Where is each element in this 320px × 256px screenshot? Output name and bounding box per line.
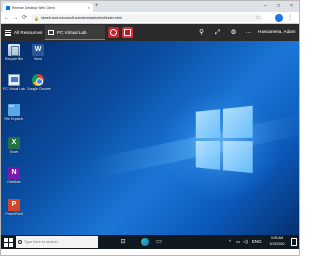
session-active-indicator — [45, 38, 105, 40]
omnibox[interactable]: 🔒 rdweb.wvd.microsoft.com/arm/webclient/… — [31, 14, 263, 22]
taskbar-clock[interactable]: 3:05 AM 3/13/2020 — [265, 236, 289, 247]
app-thumbnail-1[interactable] — [108, 27, 119, 38]
fullscreen-icon[interactable]: ⤢ — [213, 28, 222, 37]
desktop-icon-onenote[interactable]: OneNote — [3, 167, 25, 184]
browser-tab[interactable]: Remote Desktop Web Client × — [3, 3, 93, 12]
browser-menu-icon[interactable]: ⋮ — [286, 13, 294, 23]
browser-bottom-edge — [1, 249, 299, 255]
tab-strip: Remote Desktop Web Client × + – □ × — [1, 1, 299, 12]
back-button[interactable]: ← — [2, 13, 11, 23]
remote-desktop-icon — [8, 74, 20, 86]
onenote-icon — [8, 167, 20, 179]
desktop-icon-excel[interactable]: Excel — [3, 137, 25, 154]
app-gear-icon — [110, 29, 117, 36]
chrome-icon — [32, 74, 44, 86]
edge-icon[interactable] — [141, 238, 149, 246]
more-options-icon[interactable]: ··· — [244, 28, 253, 37]
file-explorer-button[interactable]: ▭ — [153, 236, 165, 248]
new-tab-button[interactable]: + — [95, 2, 99, 11]
network-icon[interactable]: ▭ — [236, 238, 240, 246]
start-button[interactable] — [2, 236, 14, 248]
desktop-icon-label: Excel — [9, 150, 19, 154]
desktop-icon-label: Recycle Bin — [5, 57, 23, 61]
bookmark-star-icon[interactable]: ☆ — [256, 15, 260, 21]
folder-icon — [8, 104, 20, 116]
session-label: PC Virtual Lab — [57, 30, 87, 35]
rd-favicon-icon — [6, 5, 10, 10]
session-tab[interactable]: PC Virtual Lab — [45, 25, 105, 40]
language-indicator[interactable]: ENG — [252, 238, 262, 246]
browser-window: Remote Desktop Web Client × + – □ × ← → … — [0, 0, 300, 256]
pin-icon[interactable]: ⚲ — [197, 28, 206, 37]
user-name[interactable]: Hassaneea, Adam — [258, 29, 296, 34]
monitor-icon — [48, 30, 54, 35]
notifications-icon[interactable] — [291, 238, 297, 246]
tab-close-icon[interactable]: × — [88, 5, 90, 10]
desktop-icon-label: File Explorer — [4, 117, 24, 121]
app-thumbnail-2[interactable] — [122, 27, 133, 38]
volume-icon[interactable]: ◁) — [243, 238, 248, 246]
word-icon — [32, 44, 44, 56]
apps-grid-icon — [5, 29, 11, 36]
desktop-icon-file-explorer[interactable]: File Explorer — [3, 104, 25, 121]
desktop-icon-rdp[interactable]: PC Virtual Lab — [3, 74, 25, 91]
close-window-button[interactable]: × — [285, 1, 298, 12]
excel-icon — [8, 137, 20, 149]
settings-gear-icon[interactable]: ⚙ — [229, 28, 238, 37]
desktop-icon-label: PowerPoint — [5, 212, 23, 216]
address-bar-row: ← → ⟳ 🔒 rdweb.wvd.microsoft.com/arm/webc… — [1, 12, 299, 24]
forward-button[interactable]: → — [11, 13, 20, 23]
all-resources-button[interactable]: All Resources — [3, 27, 44, 38]
reload-button[interactable]: ⟳ — [20, 13, 29, 23]
desktop-icon-powerpoint[interactable]: PowerPoint — [3, 199, 25, 216]
windows-logo — [195, 105, 254, 175]
search-icon — [18, 240, 22, 244]
desktop-icon-recycle-bin[interactable]: Recycle Bin — [3, 44, 25, 61]
taskbar-search[interactable] — [16, 236, 98, 248]
search-input[interactable] — [24, 240, 94, 244]
desktop-icon-label: OneNote — [7, 180, 21, 184]
desktop-icon-word[interactable]: Word — [27, 44, 49, 61]
all-resources-label: All Resources — [14, 30, 43, 35]
desktop-icon-label: Word — [33, 57, 43, 61]
clock-date: 3/13/2020 — [269, 241, 285, 246]
url-text[interactable]: rdweb.wvd.microsoft.com/arm/webclient/in… — [41, 16, 256, 20]
remote-desktop[interactable]: Recycle Bin Word PC Virtual Lab Google C… — [1, 41, 299, 235]
lock-icon: 🔒 — [34, 15, 39, 21]
rd-toolbar: All Resources PC Virtual Lab ⚲ ⤢ ⚙ ··· H… — [1, 24, 299, 41]
task-view-button[interactable]: ⊡ — [117, 236, 129, 248]
windows-start-icon — [4, 238, 8, 242]
profile-avatar[interactable] — [275, 14, 283, 22]
powerpoint-icon — [8, 199, 20, 211]
desktop-icon-label: PC Virtual Lab — [3, 87, 25, 91]
desktop-icon-chrome[interactable]: Google Chrome — [27, 74, 51, 91]
taskbar: ⊡ ▭ ^ ▭ ◁) ENG 3:05 AM 3/13/2020 — [1, 235, 299, 249]
desktop-icon-label: Google Chrome — [27, 87, 51, 91]
tab-title: Remote Desktop Web Client — [12, 5, 55, 10]
maximize-button[interactable]: □ — [272, 1, 285, 12]
minimize-button[interactable]: – — [259, 1, 272, 12]
tray-chevron-icon[interactable]: ^ — [229, 238, 231, 246]
recycle-bin-icon — [8, 44, 20, 56]
